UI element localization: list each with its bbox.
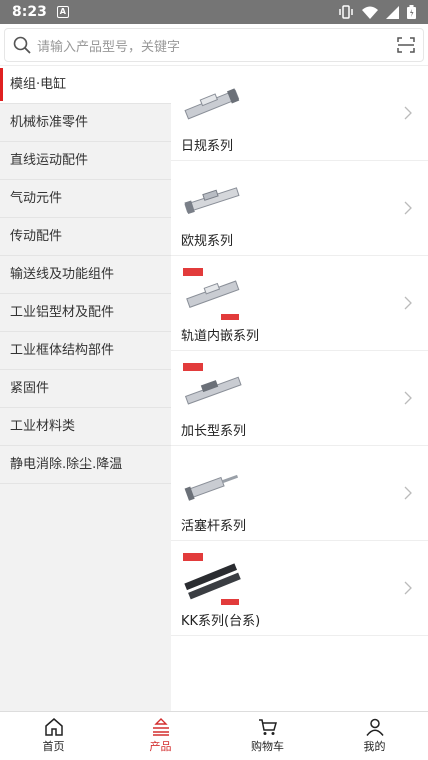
chevron-right-icon [404, 391, 412, 405]
product-list: 日规系列 欧规系列 轨道内嵌系列 加长型系列 活塞杆系列 KK系列(台系) [171, 66, 428, 711]
sidebar-item-label: 工业铝型材及配件 [10, 305, 115, 320]
sidebar-item-transmission[interactable]: 传动配件 [0, 218, 171, 256]
tab-label: 购物车 [251, 740, 284, 753]
tab-home[interactable]: 首页 [0, 712, 107, 760]
category-sidebar: 模组·电缸 机械标准零件 直线运动配件 气动元件 传动配件 输送线及功能组件 工… [0, 66, 171, 711]
home-icon [44, 718, 63, 736]
list-item[interactable]: 日规系列 [171, 66, 428, 161]
tab-profile[interactable]: 我的 [321, 712, 428, 760]
chevron-right-icon [404, 296, 412, 310]
product-name: 欧规系列 [181, 234, 234, 249]
status-bar: 8:23 A [0, 0, 428, 24]
product-image [184, 88, 240, 120]
tab-label: 产品 [149, 740, 172, 753]
sidebar-item-conveyor[interactable]: 输送线及功能组件 [0, 256, 171, 294]
product-icon [152, 718, 169, 736]
sidebar-item-pneumatic[interactable]: 气动元件 [0, 180, 171, 218]
sidebar-item-fasteners[interactable]: 紧固件 [0, 370, 171, 408]
sidebar-item-linear-motion[interactable]: 直线运动配件 [0, 142, 171, 180]
search-icon [13, 36, 31, 54]
product-image [184, 187, 240, 215]
chevron-right-icon [404, 486, 412, 500]
chevron-right-icon [404, 581, 412, 595]
tab-products[interactable]: 产品 [107, 712, 214, 760]
notification-a-icon: A [56, 6, 69, 18]
sidebar-item-label: 工业框体结构部件 [10, 343, 115, 358]
battery-icon [407, 5, 416, 19]
sidebar-item-aluminum-profile[interactable]: 工业铝型材及配件 [0, 294, 171, 332]
sidebar-item-label: 模组·电缸 [10, 77, 67, 92]
bottom-tab-bar: 首页 产品 购物车 我的 [0, 711, 428, 760]
sidebar-item-label: 工业材料类 [10, 419, 76, 434]
search-input[interactable]: 请输入产品型号，关键字 [4, 28, 424, 62]
tab-cart[interactable]: 购物车 [214, 712, 321, 760]
product-name: KK系列(台系) [181, 614, 261, 629]
sidebar-item-label: 输送线及功能组件 [10, 267, 115, 282]
signal-icon [386, 5, 399, 19]
sidebar-item-label: 直线运动配件 [10, 153, 89, 168]
chevron-right-icon [404, 106, 412, 120]
sidebar-item-label: 传动配件 [10, 229, 63, 244]
cart-icon [258, 719, 277, 735]
product-image [183, 268, 240, 320]
sidebar-item-label: 气动元件 [10, 191, 63, 206]
status-time: 8:23 [12, 4, 47, 20]
list-item[interactable]: 加长型系列 [171, 351, 428, 446]
sidebar-item-antistatic[interactable]: 静电消除.除尘.降温 [0, 446, 171, 484]
search-bar: 请输入产品型号，关键字 [0, 24, 428, 66]
tab-label: 首页 [42, 740, 65, 753]
sidebar-item-mechanical-parts[interactable]: 机械标准零件 [0, 104, 171, 142]
vibrate-icon [339, 5, 353, 19]
list-item[interactable]: 活塞杆系列 [171, 446, 428, 541]
product-image [184, 474, 239, 501]
wifi-icon [362, 6, 378, 19]
sidebar-item-label: 静电消除.除尘.降温 [10, 457, 123, 472]
sidebar-item-label: 紧固件 [10, 381, 50, 396]
product-name: 日规系列 [181, 139, 234, 154]
user-icon [365, 718, 384, 736]
product-image [183, 553, 241, 605]
sidebar-item-materials[interactable]: 工业材料类 [0, 408, 171, 446]
product-name: 轨道内嵌系列 [181, 329, 260, 344]
list-item[interactable]: 欧规系列 [171, 161, 428, 256]
list-item[interactable]: 轨道内嵌系列 [171, 256, 428, 351]
tab-label: 我的 [363, 740, 386, 753]
sidebar-item-frame-structure[interactable]: 工业框体结构部件 [0, 332, 171, 370]
list-item[interactable]: KK系列(台系) [171, 541, 428, 636]
chevron-right-icon [404, 201, 412, 215]
product-image [183, 363, 242, 405]
sidebar-item-module-cylinder[interactable]: 模组·电缸 [0, 66, 171, 104]
product-name: 加长型系列 [181, 424, 247, 439]
sidebar-item-label: 机械标准零件 [10, 115, 89, 130]
search-placeholder: 请输入产品型号，关键字 [37, 39, 181, 55]
product-name: 活塞杆系列 [181, 519, 247, 534]
scan-icon[interactable] [397, 37, 415, 53]
